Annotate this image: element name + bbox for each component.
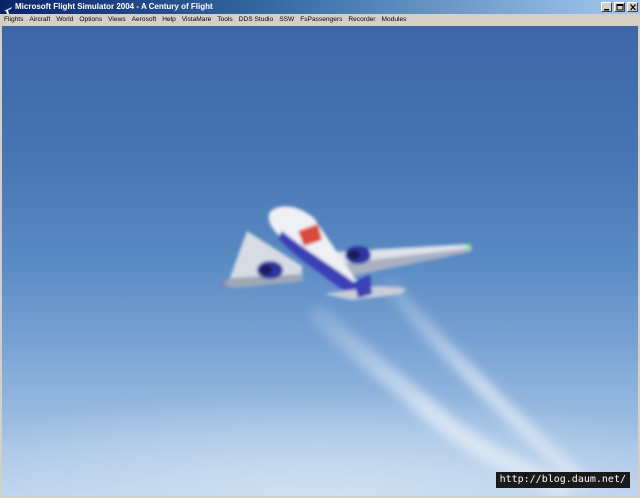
close-icon xyxy=(630,4,636,11)
nav-light-green xyxy=(466,244,470,248)
title-bar[interactable]: Microsoft Flight Simulator 2004 - A Cent… xyxy=(0,0,640,14)
airplane-app-icon[interactable] xyxy=(3,2,13,14)
airliner xyxy=(222,206,472,300)
close-button[interactable] xyxy=(627,2,638,12)
menu-world[interactable]: World xyxy=(56,14,73,26)
minimize-icon xyxy=(604,9,609,11)
menu-vistamare[interactable]: VistaMare xyxy=(182,14,212,26)
blog-watermark: http://blog.daum.net/ xyxy=(495,472,630,488)
menu-flights[interactable]: Flights xyxy=(4,14,23,26)
menu-tools[interactable]: Tools xyxy=(217,14,232,26)
flight-scene xyxy=(2,206,638,496)
menu-help[interactable]: Help xyxy=(162,14,176,26)
app-window: Microsoft Flight Simulator 2004 - A Cent… xyxy=(0,0,640,498)
menu-fspassengers[interactable]: FsPassengers xyxy=(300,14,342,26)
maximize-button[interactable] xyxy=(614,2,625,12)
menu-options[interactable]: Options xyxy=(79,14,102,26)
menu-views[interactable]: Views xyxy=(108,14,125,26)
menu-recorder[interactable]: Recorder xyxy=(348,14,375,26)
menu-dds-studio[interactable]: DDS Studio xyxy=(239,14,273,26)
menu-modules[interactable]: Modules xyxy=(382,14,407,26)
maximize-icon xyxy=(616,4,624,11)
nav-light-red xyxy=(222,282,226,286)
window-controls xyxy=(601,2,638,12)
menu-aircraft[interactable]: Aircraft xyxy=(29,14,50,26)
menu-ssw[interactable]: SSW xyxy=(279,14,294,26)
simulator-viewport[interactable]: http://blog.daum.net/ xyxy=(2,26,638,496)
window-title: Microsoft Flight Simulator 2004 - A Cent… xyxy=(15,2,213,11)
menu-aerosoft[interactable]: Aerosoft xyxy=(132,14,157,26)
menu-bar: Flights Aircraft World Options Views Aer… xyxy=(0,14,640,26)
minimize-button[interactable] xyxy=(601,2,612,12)
